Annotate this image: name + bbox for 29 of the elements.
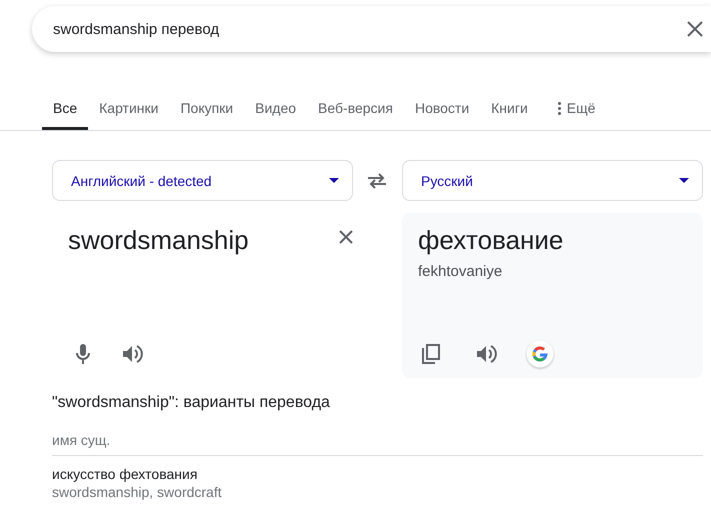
language-dropdown[interactable]: Английский - detected	[52, 160, 353, 201]
part-of-speech: имя сущ.	[52, 432, 703, 456]
synonyms: swordsmanship, swordcraft	[52, 484, 223, 500]
tab[interactable]: Все	[42, 94, 88, 130]
caret-icon	[679, 178, 689, 183]
source-text[interactable]: swordsmanship	[68, 225, 249, 256]
microphone-icon[interactable]	[76, 344, 90, 364]
google-logo-icon[interactable]	[526, 340, 554, 368]
close-icon[interactable]	[339, 230, 353, 244]
speaker-icon[interactable]	[123, 345, 143, 363]
section-heading: "swordsmanship": варианты перевода	[52, 394, 331, 412]
speaker-icon[interactable]	[477, 345, 497, 363]
tab[interactable]: Книги	[480, 94, 539, 130]
tab[interactable]: Веб-версия	[307, 94, 404, 130]
tab[interactable]: Покупки	[169, 94, 244, 130]
more-icon	[558, 102, 561, 114]
close-icon[interactable]	[686, 20, 704, 38]
swap-icon[interactable]	[367, 172, 387, 188]
search-field[interactable]: swordsmanship перевод	[32, 6, 711, 52]
translated-text: фехтование	[418, 225, 564, 256]
caret-icon	[329, 178, 339, 183]
tab[interactable]: Ещё	[546, 94, 606, 130]
tab[interactable]: Видео	[244, 94, 308, 130]
tab[interactable]: Картинки	[88, 94, 170, 130]
translation-variant: искусство фехтования	[52, 466, 198, 482]
copy-icon[interactable]	[422, 344, 440, 364]
language-dropdown[interactable]: Русский	[402, 160, 703, 201]
tab[interactable]: Новости	[404, 94, 480, 130]
transliteration: fekhtovaniye	[418, 263, 504, 280]
